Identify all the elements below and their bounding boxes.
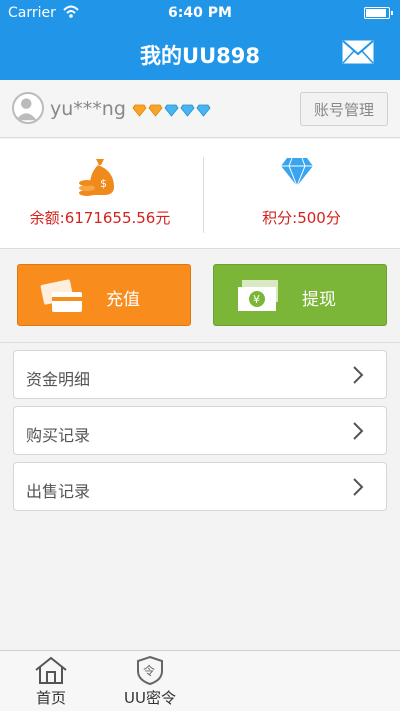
- level-gems: [132, 104, 211, 117]
- points-amount: 积分:500分: [262, 209, 341, 227]
- sales-records-item[interactable]: 出售记录: [13, 462, 387, 511]
- recharge-button[interactable]: 充值: [17, 264, 191, 326]
- shield-icon: 令: [137, 655, 163, 685]
- gem-icon: [132, 104, 147, 117]
- chevron-right-icon: [353, 478, 364, 496]
- recharge-label: 充值: [106, 290, 140, 310]
- username: yu***ng: [50, 98, 126, 120]
- user-icon: [15, 98, 37, 121]
- balance-panel: $ 余额:6171655.56元 积分:500分: [0, 139, 400, 249]
- gem-icon: [196, 104, 211, 117]
- cash-icon: ¥: [238, 280, 278, 311]
- balance-amount: 余额:6171655.56元: [29, 209, 171, 227]
- money-bag-icon: $: [79, 159, 114, 196]
- diamond-icon: [281, 157, 313, 187]
- list-item-label: 出售记录: [26, 482, 91, 501]
- page-title: 我的UU898: [140, 44, 260, 68]
- tab-home-label: 首页: [35, 689, 66, 707]
- section-divider: [0, 342, 400, 343]
- gem-icon: [164, 104, 179, 117]
- list-item-label: 购买记录: [26, 426, 91, 445]
- svg-text:$: $: [100, 177, 107, 190]
- status-time: 6:40 PM: [168, 5, 232, 21]
- svg-text:令: 令: [143, 663, 155, 678]
- user-info-bar: yu***ng 账号管理: [0, 80, 400, 138]
- tab-home[interactable]: 首页: [22, 651, 80, 711]
- chevron-right-icon: [353, 422, 364, 440]
- fund-details-item[interactable]: 资金明细: [13, 350, 387, 399]
- purchase-records-item[interactable]: 购买记录: [13, 406, 387, 455]
- account-manage-button[interactable]: 账号管理: [300, 92, 388, 126]
- gem-icon: [180, 104, 195, 117]
- withdraw-label: 提现: [302, 290, 336, 310]
- avatar[interactable]: [12, 92, 44, 124]
- gem-icon: [148, 104, 163, 117]
- list-item-label: 资金明细: [26, 370, 91, 389]
- battery-icon: [364, 7, 393, 19]
- card-icon: [40, 279, 82, 312]
- withdraw-button[interactable]: ¥ 提现: [213, 264, 387, 326]
- status-bar: Carrier 6:40 PM: [0, 0, 400, 26]
- tab-uu-token-label: UU密令: [124, 689, 176, 707]
- tab-bar: 首页 令 UU密令: [0, 650, 400, 711]
- chevron-right-icon: [353, 366, 364, 384]
- tab-uu-token[interactable]: 令 UU密令: [110, 651, 190, 711]
- mail-icon[interactable]: [342, 40, 374, 64]
- home-icon: [35, 656, 67, 684]
- app-header: Carrier 6:40 PM 我的UU898: [0, 0, 400, 80]
- svg-text:¥: ¥: [253, 293, 260, 306]
